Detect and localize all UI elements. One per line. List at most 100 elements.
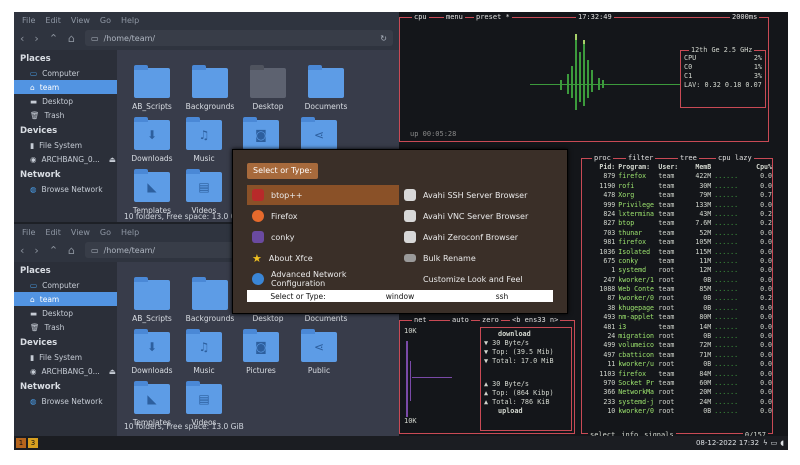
- sidebar-item-archbang[interactable]: ◉ ARCHBANG_0... ⏏: [14, 152, 117, 166]
- up-icon[interactable]: ⌃: [49, 244, 58, 257]
- entry-avahi-vnc[interactable]: Avahi VNC Server Browser: [399, 206, 559, 226]
- home-icon[interactable]: ⌂: [68, 244, 75, 257]
- mode-ssh[interactable]: ssh: [451, 292, 553, 301]
- table-row[interactable]: 247 kworker/1 root 0B...... 0.0: [582, 276, 772, 285]
- table-row[interactable]: 497 cbatticon team 71M...... 0.0: [582, 351, 772, 360]
- header-program[interactable]: Program:: [615, 163, 658, 172]
- folder-documents[interactable]: Documents: [291, 65, 361, 111]
- menu-tab[interactable]: menu: [444, 13, 465, 21]
- zero-toggle[interactable]: zero: [480, 316, 501, 324]
- preset-tab[interactable]: preset *: [474, 13, 512, 21]
- menu-edit[interactable]: Edit: [45, 228, 61, 237]
- sidebar-item-filesystem[interactable]: ▮ File System: [14, 138, 117, 152]
- menu-view[interactable]: View: [71, 228, 90, 237]
- entry-advanced-network[interactable]: Advanced Network Configuration: [247, 269, 399, 289]
- cpu-tab[interactable]: cpu: [412, 13, 429, 21]
- forward-icon[interactable]: ›: [34, 244, 38, 257]
- proc-title[interactable]: proc: [592, 154, 613, 162]
- entry-firefox[interactable]: Firefox: [247, 206, 399, 226]
- sidebar-item-computer[interactable]: ▭ Computer: [14, 278, 117, 292]
- volume-icon[interactable]: ◖: [780, 439, 784, 447]
- sidebar-item-archbang[interactable]: ◉ ARCHBANG_0... ⏏: [14, 364, 117, 378]
- tree-tab[interactable]: tree: [678, 154, 699, 162]
- display-icon[interactable]: ▭: [771, 439, 778, 447]
- entry-conky[interactable]: conky: [247, 227, 399, 247]
- sidebar-item-desktop[interactable]: ▬ Desktop: [14, 306, 117, 320]
- table-row[interactable]: 1036 Isolated team 115M...... 0.0: [582, 248, 772, 257]
- entry-avahi-zeroconf[interactable]: Avahi Zeroconf Browser: [399, 227, 559, 247]
- table-row[interactable]: 675 conky team 11M...... 0.0: [582, 257, 772, 266]
- table-row[interactable]: 38 khugepage root 0B...... 0.0: [582, 304, 772, 313]
- home-icon[interactable]: ⌂: [68, 32, 75, 45]
- table-row[interactable]: 24 migration root 0B...... 0.0: [582, 332, 772, 341]
- table-row[interactable]: 879 firefox team 422M...... 0.0: [582, 172, 772, 181]
- table-row[interactable]: 827 btop team 7.6M...... 0.2: [582, 219, 772, 228]
- power-icon[interactable]: ϟ: [763, 439, 768, 447]
- sidebar-item-trash[interactable]: 🗑 Trash: [14, 320, 117, 334]
- folder-public[interactable]: ⋖ Public: [284, 329, 354, 375]
- table-row[interactable]: 499 volumeico team 72M...... 0.0: [582, 341, 772, 350]
- table-row[interactable]: 10 kworker/0 root 0B...... 0.0: [582, 407, 772, 416]
- sort-selector[interactable]: cpu lazy: [716, 154, 754, 162]
- sidebar-item-team[interactable]: ⌂ team: [14, 292, 117, 306]
- net-title[interactable]: net: [412, 316, 429, 324]
- entry-avahi-ssh[interactable]: Avahi SSH Server Browser: [399, 185, 559, 205]
- table-row[interactable]: 824 lxtermina team 43M...... 0.2: [582, 210, 772, 219]
- interval[interactable]: 2000ms: [730, 13, 760, 21]
- menu-edit[interactable]: Edit: [45, 16, 61, 25]
- header-pid[interactable]: Pid:: [582, 163, 615, 172]
- menu-go[interactable]: Go: [100, 16, 111, 25]
- table-row[interactable]: 481 i3 team 14M...... 0.0: [582, 323, 772, 332]
- workspace-1[interactable]: 1: [16, 438, 26, 448]
- interface-selector[interactable]: <b ens33 n>: [510, 316, 561, 324]
- table-row[interactable]: 11 kworker/u root 0B...... 0.0: [582, 360, 772, 369]
- table-row[interactable]: 703 thunar team 52M...... 0.0: [582, 229, 772, 238]
- table-row[interactable]: 1 systemd root 12M...... 0.0: [582, 266, 772, 275]
- menu-file[interactable]: File: [22, 16, 35, 25]
- menu-help[interactable]: Help: [121, 16, 139, 25]
- filter-tab[interactable]: filter: [626, 154, 656, 162]
- menu-view[interactable]: View: [71, 16, 90, 25]
- entry-bulk-rename[interactable]: Bulk Rename: [399, 248, 559, 268]
- table-row[interactable]: 1190 rofi team 30M...... 0.0: [582, 182, 772, 191]
- table-row[interactable]: 970 Socket Pr team 60M...... 0.0: [582, 379, 772, 388]
- menu-help[interactable]: Help: [121, 228, 139, 237]
- workspace-3[interactable]: 3: [28, 438, 38, 448]
- entry-customize-look[interactable]: Customize Look and Feel: [399, 269, 559, 289]
- folder-videos[interactable]: ▤ Videos: [169, 381, 239, 427]
- sidebar-item-browse-network[interactable]: ◍ Browse Network: [14, 182, 117, 196]
- header-user[interactable]: User:: [658, 163, 689, 172]
- sidebar-item-computer[interactable]: ▭ Computer: [14, 66, 117, 80]
- mode-drun[interactable]: Select or Type:: [247, 292, 349, 301]
- path-field[interactable]: ▭ /home/team/ ↻: [85, 30, 393, 46]
- forward-icon[interactable]: ›: [34, 32, 38, 45]
- eject-icon[interactable]: ⏏: [109, 367, 116, 376]
- table-row[interactable]: 493 nm-applet team 80M...... 0.0: [582, 313, 772, 322]
- header-mem[interactable]: MemB: [690, 163, 711, 172]
- table-row[interactable]: 1103 firefox team 84M...... 0.0: [582, 370, 772, 379]
- back-icon[interactable]: ‹: [20, 244, 24, 257]
- sidebar-item-trash[interactable]: 🗑 Trash: [14, 108, 117, 122]
- menu-file[interactable]: File: [22, 228, 35, 237]
- table-row[interactable]: 999 Privilege team 133M...... 0.0: [582, 201, 772, 210]
- entry-btop[interactable]: btop++: [247, 185, 399, 205]
- up-icon[interactable]: ⌃: [49, 32, 58, 45]
- table-row[interactable]: 87 kworker/0 root 0B...... 0.2: [582, 294, 772, 303]
- table-row[interactable]: 366 NetworkMa root 20M...... 0.0: [582, 388, 772, 397]
- back-icon[interactable]: ‹: [20, 32, 24, 45]
- sidebar-item-filesystem[interactable]: ▮ File System: [14, 350, 117, 364]
- table-row[interactable]: 478 Xorg team 79M...... 0.7: [582, 191, 772, 200]
- entry-about-xfce[interactable]: ★ About Xfce: [247, 248, 399, 268]
- mode-window[interactable]: window: [349, 292, 451, 301]
- menu-go[interactable]: Go: [100, 228, 111, 237]
- folder-videos[interactable]: ▤ Videos: [169, 169, 239, 215]
- reload-icon[interactable]: ↻: [380, 34, 387, 43]
- sidebar-item-browse-network[interactable]: ◍ Browse Network: [14, 394, 117, 408]
- table-row[interactable]: 981 firefox team 105M...... 0.0: [582, 238, 772, 247]
- table-row[interactable]: 233 systemd-j root 24M...... 0.0: [582, 398, 772, 407]
- eject-icon[interactable]: ⏏: [109, 155, 116, 164]
- sidebar-item-team[interactable]: ⌂ team: [14, 80, 117, 94]
- header-cpu[interactable]: Cpu%: [749, 163, 772, 172]
- table-row[interactable]: 1088 Web Conte team 85M...... 0.0: [582, 285, 772, 294]
- auto-toggle[interactable]: auto: [450, 316, 471, 324]
